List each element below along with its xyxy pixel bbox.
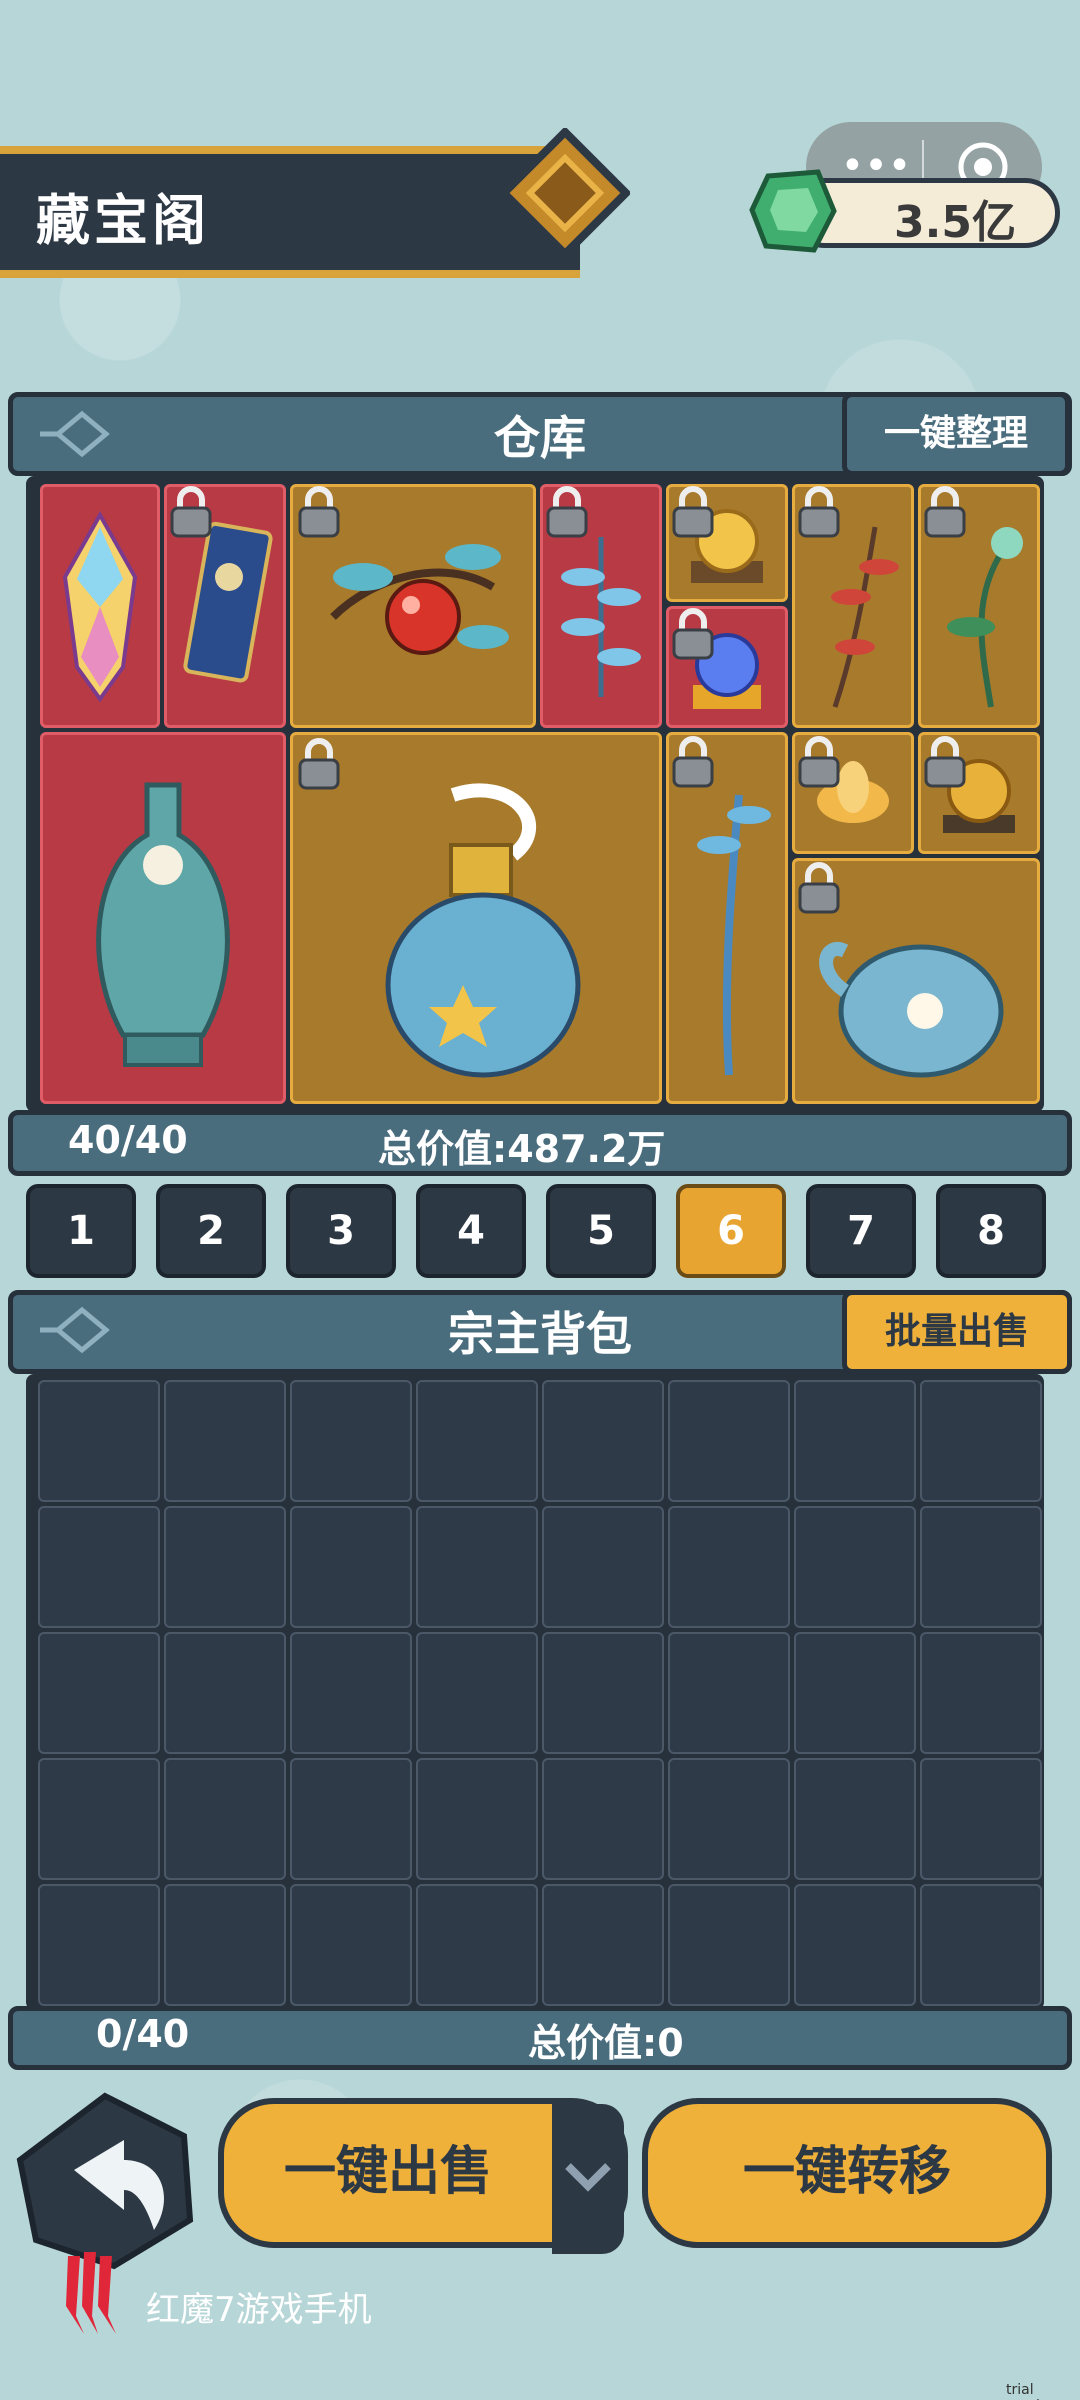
- lock-icon: [672, 486, 714, 538]
- page-tab-5[interactable]: 5: [546, 1184, 656, 1278]
- backpack-slot[interactable]: [542, 1380, 664, 1502]
- page-tab-7[interactable]: 7: [806, 1184, 916, 1278]
- backpack-slot[interactable]: [164, 1632, 286, 1754]
- lock-icon: [672, 736, 714, 788]
- diamond-ornament-icon: [40, 410, 110, 458]
- lock-icon: [170, 486, 212, 538]
- backpack-slot[interactable]: [794, 1380, 916, 1502]
- backpack-slot[interactable]: [668, 1758, 790, 1880]
- lock-icon: [924, 736, 966, 788]
- page-tab-2[interactable]: 2: [156, 1184, 266, 1278]
- lock-icon: [924, 486, 966, 538]
- backpack-slot[interactable]: [416, 1506, 538, 1628]
- backpack-slot[interactable]: [416, 1758, 538, 1880]
- backpack-slot[interactable]: [38, 1506, 160, 1628]
- backpack-slot[interactable]: [290, 1506, 412, 1628]
- backpack-slot[interactable]: [542, 1632, 664, 1754]
- backpack-slot[interactable]: [542, 1884, 664, 2006]
- backpack-slot[interactable]: [164, 1884, 286, 2006]
- backpack-slot[interactable]: [164, 1506, 286, 1628]
- backpack-slot[interactable]: [164, 1380, 286, 1502]
- backpack-count: 0/40: [96, 2012, 190, 2056]
- backpack-total-value: 总价值:0: [528, 2021, 684, 2065]
- backpack-slot[interactable]: [794, 1632, 916, 1754]
- page-tab-1[interactable]: 1: [26, 1184, 136, 1278]
- backpack-slot[interactable]: [920, 1506, 1042, 1628]
- page-tab-4[interactable]: 4: [416, 1184, 526, 1278]
- page-tab-8[interactable]: 8: [936, 1184, 1046, 1278]
- backpack-slot[interactable]: [38, 1380, 160, 1502]
- rainbow-crystal-icon: [62, 510, 138, 703]
- sell-all-label: 一键出售: [283, 2142, 492, 2202]
- back-arrow-button[interactable]: [14, 2090, 196, 2272]
- page-tab-3[interactable]: 3: [286, 1184, 396, 1278]
- backpack-slot[interactable]: [668, 1632, 790, 1754]
- spirit-gourd-icon: [385, 783, 581, 1078]
- warehouse-count: 40/40: [68, 1118, 188, 1162]
- emblem-icon: [500, 128, 630, 258]
- item-slot-lotus-vase[interactable]: [40, 732, 286, 1104]
- lock-icon: [546, 486, 588, 538]
- currency-amount: 3.5亿: [894, 197, 1016, 248]
- backpack-slot[interactable]: [416, 1884, 538, 2006]
- blue-staff-icon: [697, 794, 771, 1076]
- backpack-slot[interactable]: [416, 1632, 538, 1754]
- lotus-vase-icon: [96, 782, 230, 1067]
- backpack-slot[interactable]: [290, 1884, 412, 2006]
- backpack-slot[interactable]: [38, 1884, 160, 2006]
- backpack-slot[interactable]: [794, 1884, 916, 2006]
- backpack-slot[interactable]: [794, 1506, 916, 1628]
- backpack-slot[interactable]: [668, 1380, 790, 1502]
- backpack-slot[interactable]: [290, 1380, 412, 1502]
- page-title: 藏宝阁: [36, 189, 210, 252]
- chevron-down-icon[interactable]: [562, 2158, 614, 2198]
- brand-text: 红魔7游戏手机: [146, 2290, 372, 2330]
- transfer-all-button[interactable]: 一键转移: [642, 2098, 1052, 2248]
- redmagic-logo-icon: [66, 2252, 116, 2334]
- backpack-slot[interactable]: [920, 1632, 1042, 1754]
- backpack-slot[interactable]: [668, 1884, 790, 2006]
- backpack-slot[interactable]: [920, 1884, 1042, 2006]
- warehouse-title: 仓库: [494, 411, 586, 465]
- backpack-slot[interactable]: [290, 1632, 412, 1754]
- lock-icon: [672, 608, 714, 660]
- backpack-slot[interactable]: [38, 1758, 160, 1880]
- backpack-slot[interactable]: [920, 1380, 1042, 1502]
- trial-watermark: trial version: [1006, 2382, 1057, 2400]
- page-tab-6-active[interactable]: 6: [676, 1184, 786, 1278]
- backpack-title: 宗主背包: [448, 1307, 632, 1361]
- backpack-slot[interactable]: [416, 1380, 538, 1502]
- lock-icon: [298, 738, 340, 790]
- diamond-ornament-icon: [40, 1306, 110, 1354]
- lock-icon: [798, 486, 840, 538]
- item-slot-spirit-gourd[interactable]: [290, 732, 662, 1104]
- backpack-slot[interactable]: [38, 1632, 160, 1754]
- backpack-slot[interactable]: [794, 1758, 916, 1880]
- backpack-slot[interactable]: [542, 1758, 664, 1880]
- backpack-slot[interactable]: [290, 1758, 412, 1880]
- item-slot-crystal[interactable]: [40, 484, 160, 728]
- backpack-slot[interactable]: [920, 1758, 1042, 1880]
- backpack-slot[interactable]: [542, 1506, 664, 1628]
- backpack-slot[interactable]: [668, 1506, 790, 1628]
- jade-gem-icon: [749, 169, 837, 253]
- warehouse-total-value: 总价值:487.2万: [378, 1127, 666, 1171]
- lock-icon: [798, 862, 840, 914]
- batch-sell-button[interactable]: 批量出售: [842, 1290, 1072, 1374]
- sort-all-button[interactable]: 一键整理: [842, 392, 1070, 476]
- lock-icon: [798, 736, 840, 788]
- backpack-slot[interactable]: [164, 1758, 286, 1880]
- lock-icon: [298, 486, 340, 538]
